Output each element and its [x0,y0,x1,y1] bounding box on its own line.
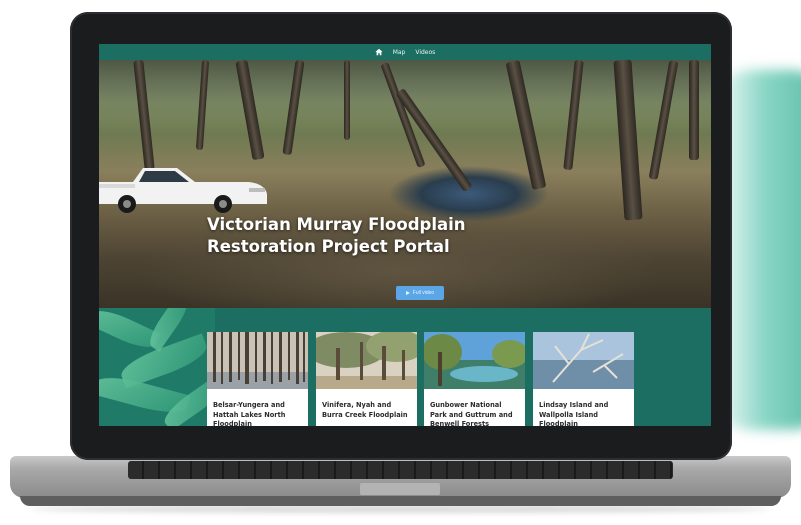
full-video-button[interactable]: Full video [396,286,444,300]
card-photo [207,332,308,389]
project-card-belsar-yungera[interactable]: Belsar-Yungera and Hattah Lakes North Fl… [207,332,308,426]
project-card-lindsay-island[interactable]: Lindsay Island and Wallpolla Island Floo… [533,332,634,426]
full-video-label: Full video [412,290,435,296]
browser-screen: Map Videos Victorian Murray Floodplain R… [99,44,711,426]
project-card-gunbower[interactable]: Gunbower National Park and Guttrum and B… [424,332,525,426]
hero-tree [689,60,699,160]
card-photo [316,332,417,389]
card-title: Belsar-Yungera and Hattah Lakes North Fl… [213,401,286,426]
laptop-trackpad [360,483,440,495]
laptop-shadow [30,505,770,513]
hero-title-line-2: Restoration Project Portal [207,237,450,256]
leaf-shape [99,308,161,354]
card-title: Vinifera, Nyah and Burra Creek Floodplai… [322,401,408,419]
card-photo [424,332,525,389]
hero-tree [344,60,350,140]
top-navigation: Map Videos [99,44,711,60]
hero-banner: Victorian Murray Floodplain Restoration … [99,59,711,308]
card-photo [533,332,634,389]
home-icon[interactable] [375,48,383,56]
hero-title: Victorian Murray Floodplain Restoration … [207,214,507,258]
project-section: Belsar-Yungera and Hattah Lakes North Fl… [99,308,711,426]
laptop-base-edge [20,496,781,506]
vehicle-image [99,168,267,213]
laptop-keyboard [128,461,673,479]
card-title: Lindsay Island and Wallpolla Island Floo… [539,401,609,426]
card-title: Gunbower National Park and Guttrum and B… [430,401,513,426]
nav-item-videos[interactable]: Videos [415,49,435,56]
hero-title-line-1: Victorian Murray Floodplain [207,215,466,234]
nav-item-map[interactable]: Map [393,49,406,56]
leaf-decoration [99,308,215,426]
project-card-vinifera[interactable]: Vinifera, Nyah and Burra Creek Floodplai… [316,332,417,426]
play-icon [405,291,410,295]
